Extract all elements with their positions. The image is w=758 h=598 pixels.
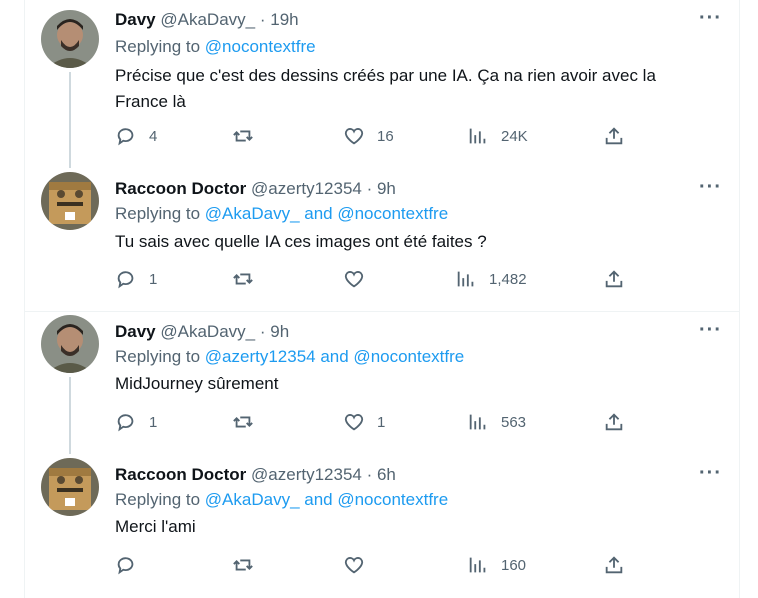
reply-target-link[interactable]: @AkaDavy_ and @nocontextfre xyxy=(205,204,448,223)
reply-icon xyxy=(117,271,134,289)
tweet-header: Davy @AkaDavy_ · 9h xyxy=(115,322,289,342)
avatar-davy[interactable] xyxy=(41,10,99,68)
views-button[interactable]: 160 xyxy=(467,554,526,576)
action-bar: 1 1 563 xyxy=(115,411,635,435)
share-icon xyxy=(605,127,623,145)
like-icon xyxy=(344,128,364,145)
replying-to-label: Replying to xyxy=(115,347,201,366)
reply-count: 4 xyxy=(149,127,158,145)
display-name[interactable]: Raccoon Doctor xyxy=(115,465,246,484)
share-button[interactable] xyxy=(603,125,625,147)
timestamp[interactable]: · 9h xyxy=(367,179,396,198)
thread-line xyxy=(69,377,71,454)
retweet-icon xyxy=(233,130,253,142)
like-button[interactable]: 16 xyxy=(343,125,394,147)
avatar-raccoon-doctor[interactable] xyxy=(41,458,99,516)
tweet-text: MidJourney sûrement xyxy=(115,374,279,393)
replying-to: Replying to @AkaDavy_ and @nocontextfre xyxy=(115,490,448,510)
user-handle[interactable]: @azerty12354 xyxy=(251,179,362,198)
tweet-header: Raccoon Doctor @azerty12354 · 9h xyxy=(115,179,396,199)
replying-to-label: Replying to xyxy=(115,490,201,509)
more-icon[interactable]: ··· xyxy=(699,8,722,28)
retweet-button[interactable] xyxy=(232,411,254,433)
reply-button[interactable]: 1 xyxy=(115,268,157,290)
tweet[interactable]: Raccoon Doctor @azerty12354 · 9h ··· Rep… xyxy=(24,168,740,311)
views-button[interactable]: 1,482 xyxy=(455,268,527,290)
tweet-text: Tu sais avec quelle IA ces images ont ét… xyxy=(115,232,487,251)
tweet[interactable]: Davy @AkaDavy_ · 19h ··· Replying to @no… xyxy=(24,0,740,168)
like-button[interactable] xyxy=(343,554,365,576)
views-count: 1,482 xyxy=(489,270,527,288)
share-button[interactable] xyxy=(603,411,625,433)
share-icon xyxy=(605,270,623,288)
tweet-text: Précise que c'est des dessins créés par … xyxy=(115,66,656,111)
views-button[interactable]: 563 xyxy=(467,411,526,433)
reply-count: 1 xyxy=(149,270,158,288)
views-icon xyxy=(469,128,486,144)
action-bar: 4 16 24K xyxy=(115,125,635,149)
tweet-header: Davy @AkaDavy_ · 19h xyxy=(115,10,299,30)
more-icon[interactable]: ··· xyxy=(699,320,722,340)
share-icon xyxy=(605,556,623,574)
tweet-text: Merci l'ami xyxy=(115,517,196,536)
reply-target-link[interactable]: @nocontextfre xyxy=(205,37,316,56)
views-icon xyxy=(469,414,486,430)
like-icon xyxy=(344,557,364,574)
timestamp[interactable]: · 19h xyxy=(260,10,299,29)
replying-to: Replying to @azerty12354 and @nocontextf… xyxy=(115,347,464,367)
retweet-button[interactable] xyxy=(232,268,254,290)
tweet[interactable]: Davy @AkaDavy_ · 9h ··· Replying to @aze… xyxy=(24,311,740,454)
replying-to: Replying to @nocontextfre xyxy=(115,37,316,57)
tweet-header: Raccoon Doctor @azerty12354 · 6h xyxy=(115,465,396,485)
reply-count: 1 xyxy=(149,413,158,431)
retweet-button[interactable] xyxy=(232,554,254,576)
reply-button[interactable]: 4 xyxy=(115,125,157,147)
tweet[interactable]: Raccoon Doctor @azerty12354 · 6h ··· Rep… xyxy=(24,454,740,598)
thread-line xyxy=(69,72,71,168)
more-icon[interactable]: ··· xyxy=(699,463,722,483)
reply-icon xyxy=(117,128,134,146)
views-icon xyxy=(457,271,474,287)
display-name[interactable]: Raccoon Doctor xyxy=(115,179,246,198)
action-bar: 160 xyxy=(115,554,635,578)
like-button[interactable]: 1 xyxy=(343,411,385,433)
like-icon xyxy=(344,271,364,288)
user-handle[interactable]: @AkaDavy_ xyxy=(160,10,255,29)
timestamp[interactable]: · 6h xyxy=(367,465,396,484)
share-button[interactable] xyxy=(603,554,625,576)
display-name[interactable]: Davy xyxy=(115,10,156,29)
user-handle[interactable]: @azerty12354 xyxy=(251,465,362,484)
views-count: 160 xyxy=(501,556,527,574)
reply-icon xyxy=(117,414,134,432)
more-icon[interactable]: ··· xyxy=(699,177,722,197)
avatar-raccoon-doctor[interactable] xyxy=(41,172,99,230)
reply-button[interactable] xyxy=(115,554,137,576)
like-count: 16 xyxy=(377,127,394,145)
views-count: 563 xyxy=(501,413,527,431)
share-button[interactable] xyxy=(603,268,625,290)
replying-to: Replying to @AkaDavy_ and @nocontextfre xyxy=(115,204,448,224)
views-count: 24K xyxy=(501,127,528,145)
reply-button[interactable]: 1 xyxy=(115,411,157,433)
retweet-icon xyxy=(233,416,253,428)
views-icon xyxy=(469,557,486,573)
replying-to-label: Replying to xyxy=(115,37,201,56)
replying-to-label: Replying to xyxy=(115,204,201,223)
retweet-icon xyxy=(233,273,253,285)
like-button[interactable] xyxy=(343,268,365,290)
user-handle[interactable]: @AkaDavy_ xyxy=(160,322,255,341)
display-name[interactable]: Davy xyxy=(115,322,156,341)
reply-icon xyxy=(117,557,134,575)
like-icon xyxy=(344,414,364,431)
timestamp[interactable]: · 9h xyxy=(260,322,289,341)
views-button[interactable]: 24K xyxy=(467,125,528,147)
retweet-button[interactable] xyxy=(232,125,254,147)
share-icon xyxy=(605,413,623,431)
action-bar: 1 1,482 xyxy=(115,268,635,292)
retweet-icon xyxy=(233,559,253,571)
reply-target-link[interactable]: @azerty12354 and @nocontextfre xyxy=(205,347,464,366)
like-count: 1 xyxy=(377,413,386,431)
reply-target-link[interactable]: @AkaDavy_ and @nocontextfre xyxy=(205,490,448,509)
avatar-davy[interactable] xyxy=(41,315,99,373)
